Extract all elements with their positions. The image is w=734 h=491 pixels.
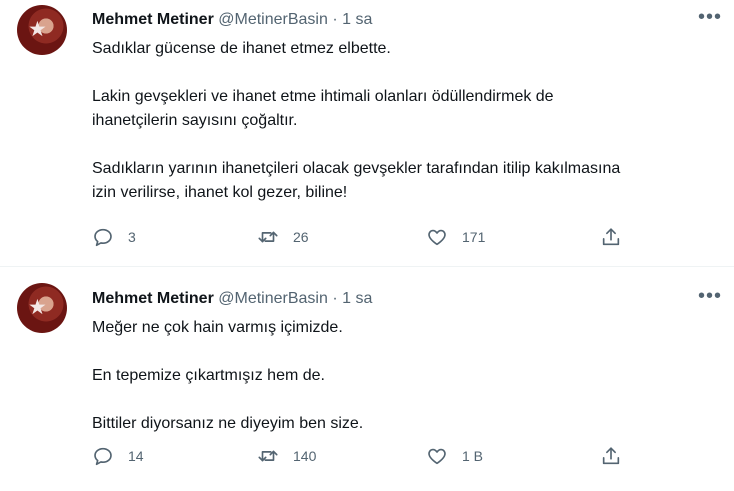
tweet[interactable]: ★ ••• Mehmet Metiner @MetinerBasin · 1 s…: [0, 266, 734, 491]
tweet-body: Mehmet Metiner @MetinerBasin · 1 sa Meğe…: [92, 289, 712, 436]
retweet-icon: [258, 450, 278, 462]
heart-icon: [428, 448, 446, 465]
tweet-text: Meğer ne çok hain varmış içimizde. En te…: [92, 316, 712, 436]
text-line: Lakin gevşekleri ve ihanet etme ihtimali…: [92, 88, 554, 105]
tweet-actions: 3 26 171: [92, 226, 734, 250]
author-name[interactable]: Mehmet Metiner: [92, 11, 214, 28]
heart-icon: [428, 229, 446, 246]
paragraph: Lakin gevşekleri ve ihanet etme ihtimali…: [92, 85, 712, 133]
text-line: En tepemize çıkartmışız hem de.: [92, 367, 325, 384]
text-line: Bittiler diyorsanız ne diyeyim ben size.: [92, 415, 364, 432]
separator-dot: ·: [332, 11, 338, 28]
timestamp[interactable]: 1 sa: [342, 11, 372, 28]
comment-icon: [94, 228, 112, 247]
reply-button[interactable]: 3: [92, 226, 136, 248]
reply-count: 3: [128, 229, 136, 245]
paragraph: Bittiler diyorsanız ne diyeyim ben size.: [92, 412, 712, 436]
star-icon: ★: [28, 18, 47, 41]
tweet-header: Mehmet Metiner @MetinerBasin · 1 sa: [92, 289, 712, 309]
paragraph: Meğer ne çok hain varmış içimizde.: [92, 316, 712, 340]
paragraph: En tepemize çıkartmışız hem de.: [92, 364, 712, 388]
author-handle[interactable]: @MetinerBasin: [218, 290, 328, 307]
like-button[interactable]: 1 B: [426, 445, 483, 467]
retweet-button[interactable]: 140: [257, 445, 316, 467]
retweet-count: 26: [293, 229, 309, 245]
share-button[interactable]: [600, 445, 622, 467]
text-line: Sadıkların yarının ihanetçileri olacak g…: [92, 160, 621, 177]
like-button[interactable]: 171: [426, 226, 485, 248]
author-handle[interactable]: @MetinerBasin: [218, 11, 328, 28]
share-icon: [602, 228, 620, 246]
paragraph: Sadıkların yarının ihanetçileri olacak g…: [92, 157, 712, 205]
star-icon: ★: [28, 296, 47, 319]
tweet-header: Mehmet Metiner @MetinerBasin · 1 sa: [92, 10, 712, 30]
text-line: ihanetçilerin sayısını çoğaltır.: [92, 112, 298, 129]
retweet-button[interactable]: 26: [257, 226, 309, 248]
share-button[interactable]: [600, 226, 622, 248]
reply-count: 14: [128, 448, 144, 464]
text-line: Sadıklar gücense de ihanet etmez elbette…: [92, 40, 391, 57]
text-line: izin verilirse, ihanet kol gezer, biline…: [92, 184, 348, 201]
avatar[interactable]: ★: [17, 5, 67, 55]
timestamp[interactable]: 1 sa: [342, 290, 372, 307]
like-count: 1 B: [462, 448, 484, 464]
tweet-text: Sadıklar gücense de ihanet etmez elbette…: [92, 37, 712, 205]
retweet-count: 140: [293, 448, 317, 464]
paragraph: Sadıklar gücense de ihanet etmez elbette…: [92, 37, 712, 61]
tweet-actions: 14 140 1 B: [92, 445, 734, 469]
separator-dot: ·: [332, 290, 338, 307]
reply-button[interactable]: 14: [92, 445, 144, 467]
author-name[interactable]: Mehmet Metiner: [92, 290, 214, 307]
avatar[interactable]: ★: [17, 283, 67, 333]
like-count: 171: [462, 229, 486, 245]
tweet[interactable]: ★ ••• Mehmet Metiner @MetinerBasin · 1 s…: [0, 0, 734, 266]
tweet-body: Mehmet Metiner @MetinerBasin · 1 sa Sadı…: [92, 10, 712, 205]
retweet-icon: [258, 231, 278, 243]
text-line: Meğer ne çok hain varmış içimizde.: [92, 319, 343, 336]
comment-icon: [94, 447, 112, 466]
share-icon: [602, 447, 620, 465]
